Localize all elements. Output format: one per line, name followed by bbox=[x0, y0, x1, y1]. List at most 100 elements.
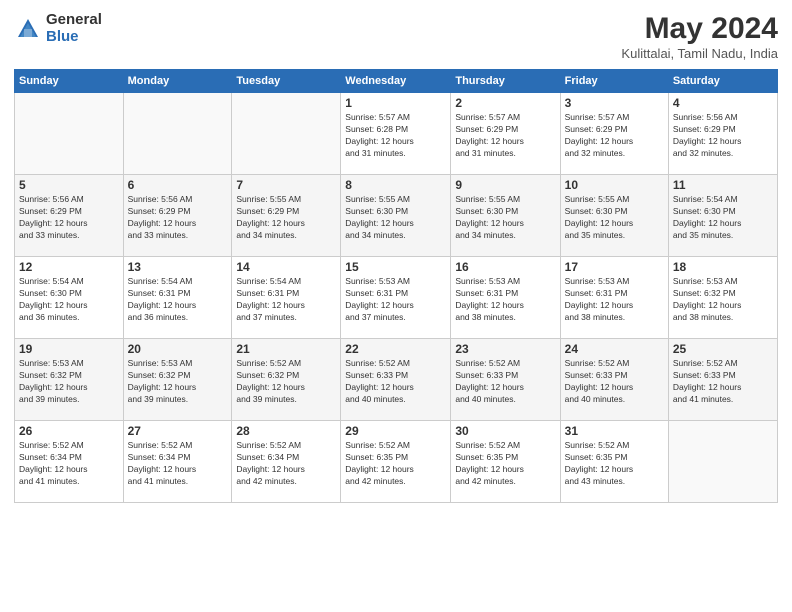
day-number: 20 bbox=[128, 342, 228, 356]
logo-text: General Blue bbox=[46, 12, 102, 45]
day-number: 25 bbox=[673, 342, 773, 356]
calendar-cell: 19 Sunrise: 5:53 AMSunset: 6:32 PMDayligh… bbox=[15, 339, 124, 421]
calendar-cell: 27Sunrise: 5:52 AMSunset: 6:34 PMDayligh… bbox=[123, 421, 232, 503]
day-info: Sunrise: 5:56 AMSunset: 6:29 PMDaylight:… bbox=[19, 194, 119, 242]
day-info: Sunrise: 5:52 AMSunset: 6:35 PMDaylight:… bbox=[565, 440, 664, 488]
page: General Blue May 2024 Kulittalai, Tamil … bbox=[0, 0, 792, 612]
day-info: Sunrise: 5:52 AMSunset: 6:34 PMDaylight:… bbox=[236, 440, 336, 488]
calendar-cell: 3Sunrise: 5:57 AMSunset: 6:29 PMDaylight… bbox=[560, 93, 668, 175]
day-number: 1 bbox=[345, 96, 446, 110]
calendar-cell: 10Sunrise: 5:55 AMSunset: 6:30 PMDayligh… bbox=[560, 175, 668, 257]
day-number: 14 bbox=[236, 260, 336, 274]
day-info: Sunrise: 5:55 AMSunset: 6:30 PMDaylight:… bbox=[565, 194, 664, 242]
day-number: 2 bbox=[455, 96, 555, 110]
calendar-cell: 14 Sunrise: 5:54 AMSunset: 6:31 PMDayligh… bbox=[232, 257, 341, 339]
calendar-cell bbox=[15, 93, 124, 175]
calendar-cell: 22 Sunrise: 5:52 AMSunset: 6:33 PMDayligh… bbox=[341, 339, 451, 421]
calendar-cell: 26 Sunrise: 5:52 AMSunset: 6:34 PMDayligh… bbox=[15, 421, 124, 503]
day-info: Sunrise: 5:57 AMSunset: 6:29 PMDaylight:… bbox=[455, 112, 555, 160]
calendar-cell: 20 Sunrise: 5:53 AMSunset: 6:32 PMDayligh… bbox=[123, 339, 232, 421]
day-number: 19 bbox=[19, 342, 119, 356]
header: General Blue May 2024 Kulittalai, Tamil … bbox=[14, 12, 778, 61]
calendar-cell: 28Sunrise: 5:52 AMSunset: 6:34 PMDayligh… bbox=[232, 421, 341, 503]
day-number: 17 bbox=[565, 260, 664, 274]
day-info: Sunrise: 5:53 AMSunset: 6:32 PMDaylight:… bbox=[128, 358, 228, 406]
header-thursday: Thursday bbox=[451, 70, 560, 93]
calendar-cell: 21 Sunrise: 5:52 AMSunset: 6:32 PMDayligh… bbox=[232, 339, 341, 421]
day-info: Sunrise: 5:52 AMSunset: 6:34 PMDaylight:… bbox=[128, 440, 228, 488]
calendar-cell: 31Sunrise: 5:52 AMSunset: 6:35 PMDayligh… bbox=[560, 421, 668, 503]
calendar-table: SundayMondayTuesdayWednesdayThursdayFrid… bbox=[14, 69, 778, 503]
day-info: Sunrise: 5:52 AMSunset: 6:35 PMDaylight:… bbox=[345, 440, 446, 488]
calendar-week-2: 5 Sunrise: 5:56 AMSunset: 6:29 PMDaylight… bbox=[15, 175, 778, 257]
calendar-week-1: 1Sunrise: 5:57 AMSunset: 6:28 PMDaylight… bbox=[15, 93, 778, 175]
calendar-cell: 11 Sunrise: 5:54 AMSunset: 6:30 PMDayligh… bbox=[668, 175, 777, 257]
day-info: Sunrise: 5:52 AMSunset: 6:33 PMDaylight:… bbox=[455, 358, 555, 406]
day-number: 6 bbox=[128, 178, 228, 192]
calendar-cell: 12 Sunrise: 5:54 AMSunset: 6:30 PMDayligh… bbox=[15, 257, 124, 339]
logo-blue-text: Blue bbox=[46, 29, 102, 46]
day-info: Sunrise: 5:53 AMSunset: 6:31 PMDaylight:… bbox=[345, 276, 446, 324]
calendar-cell: 17 Sunrise: 5:53 AMSunset: 6:31 PMDayligh… bbox=[560, 257, 668, 339]
calendar-cell: 15 Sunrise: 5:53 AMSunset: 6:31 PMDayligh… bbox=[341, 257, 451, 339]
header-friday: Friday bbox=[560, 70, 668, 93]
day-info: Sunrise: 5:52 AMSunset: 6:33 PMDaylight:… bbox=[673, 358, 773, 406]
day-info: Sunrise: 5:55 AMSunset: 6:30 PMDaylight:… bbox=[455, 194, 555, 242]
calendar-cell: 18Sunrise: 5:53 AMSunset: 6:32 PMDayligh… bbox=[668, 257, 777, 339]
day-number: 24 bbox=[565, 342, 664, 356]
day-info: Sunrise: 5:56 AMSunset: 6:29 PMDaylight:… bbox=[673, 112, 773, 160]
header-monday: Monday bbox=[123, 70, 232, 93]
day-number: 15 bbox=[345, 260, 446, 274]
day-info: Sunrise: 5:55 AMSunset: 6:29 PMDaylight:… bbox=[236, 194, 336, 242]
day-info: Sunrise: 5:53 AMSunset: 6:32 PMDaylight:… bbox=[673, 276, 773, 324]
day-number: 21 bbox=[236, 342, 336, 356]
day-info: Sunrise: 5:54 AMSunset: 6:30 PMDaylight:… bbox=[673, 194, 773, 242]
calendar-cell bbox=[123, 93, 232, 175]
day-info: Sunrise: 5:56 AMSunset: 6:29 PMDaylight:… bbox=[128, 194, 228, 242]
header-sunday: Sunday bbox=[15, 70, 124, 93]
day-info: Sunrise: 5:53 AMSunset: 6:32 PMDaylight:… bbox=[19, 358, 119, 406]
day-info: Sunrise: 5:54 AMSunset: 6:30 PMDaylight:… bbox=[19, 276, 119, 324]
header-saturday: Saturday bbox=[668, 70, 777, 93]
day-info: Sunrise: 5:55 AMSunset: 6:30 PMDaylight:… bbox=[345, 194, 446, 242]
day-number: 23 bbox=[455, 342, 555, 356]
calendar-header: SundayMondayTuesdayWednesdayThursdayFrid… bbox=[15, 70, 778, 93]
calendar-cell: 25 Sunrise: 5:52 AMSunset: 6:33 PMDayligh… bbox=[668, 339, 777, 421]
day-info: Sunrise: 5:52 AMSunset: 6:33 PMDaylight:… bbox=[345, 358, 446, 406]
calendar-body: 1Sunrise: 5:57 AMSunset: 6:28 PMDaylight… bbox=[15, 93, 778, 503]
day-info: Sunrise: 5:52 AMSunset: 6:33 PMDaylight:… bbox=[565, 358, 664, 406]
day-number: 11 bbox=[673, 178, 773, 192]
day-info: Sunrise: 5:57 AMSunset: 6:29 PMDaylight:… bbox=[565, 112, 664, 160]
title-section: May 2024 Kulittalai, Tamil Nadu, India bbox=[621, 12, 778, 61]
logo-general-text: General bbox=[46, 12, 102, 29]
day-info: Sunrise: 5:54 AMSunset: 6:31 PMDaylight:… bbox=[236, 276, 336, 324]
day-info: Sunrise: 5:52 AMSunset: 6:35 PMDaylight:… bbox=[455, 440, 555, 488]
day-number: 16 bbox=[455, 260, 555, 274]
day-number: 30 bbox=[455, 424, 555, 438]
calendar-week-5: 26 Sunrise: 5:52 AMSunset: 6:34 PMDayligh… bbox=[15, 421, 778, 503]
day-info: Sunrise: 5:53 AMSunset: 6:31 PMDaylight:… bbox=[565, 276, 664, 324]
header-row: SundayMondayTuesdayWednesdayThursdayFrid… bbox=[15, 70, 778, 93]
day-number: 4 bbox=[673, 96, 773, 110]
day-number: 26 bbox=[19, 424, 119, 438]
logo-icon bbox=[14, 15, 42, 43]
day-info: Sunrise: 5:54 AMSunset: 6:31 PMDaylight:… bbox=[128, 276, 228, 324]
day-info: Sunrise: 5:52 AMSunset: 6:34 PMDaylight:… bbox=[19, 440, 119, 488]
calendar-cell: 24 Sunrise: 5:52 AMSunset: 6:33 PMDayligh… bbox=[560, 339, 668, 421]
day-number: 12 bbox=[19, 260, 119, 274]
header-tuesday: Tuesday bbox=[232, 70, 341, 93]
calendar-cell: 13Sunrise: 5:54 AMSunset: 6:31 PMDayligh… bbox=[123, 257, 232, 339]
day-number: 29 bbox=[345, 424, 446, 438]
calendar-cell: 6 Sunrise: 5:56 AMSunset: 6:29 PMDaylight… bbox=[123, 175, 232, 257]
calendar-cell: 4 Sunrise: 5:56 AMSunset: 6:29 PMDaylight… bbox=[668, 93, 777, 175]
month-title: May 2024 bbox=[621, 12, 778, 46]
header-wednesday: Wednesday bbox=[341, 70, 451, 93]
day-number: 22 bbox=[345, 342, 446, 356]
calendar-cell: 1Sunrise: 5:57 AMSunset: 6:28 PMDaylight… bbox=[341, 93, 451, 175]
day-number: 5 bbox=[19, 178, 119, 192]
day-number: 7 bbox=[236, 178, 336, 192]
calendar-cell: 7 Sunrise: 5:55 AMSunset: 6:29 PMDaylight… bbox=[232, 175, 341, 257]
calendar-week-4: 19 Sunrise: 5:53 AMSunset: 6:32 PMDayligh… bbox=[15, 339, 778, 421]
day-info: Sunrise: 5:52 AMSunset: 6:32 PMDaylight:… bbox=[236, 358, 336, 406]
day-number: 8 bbox=[345, 178, 446, 192]
